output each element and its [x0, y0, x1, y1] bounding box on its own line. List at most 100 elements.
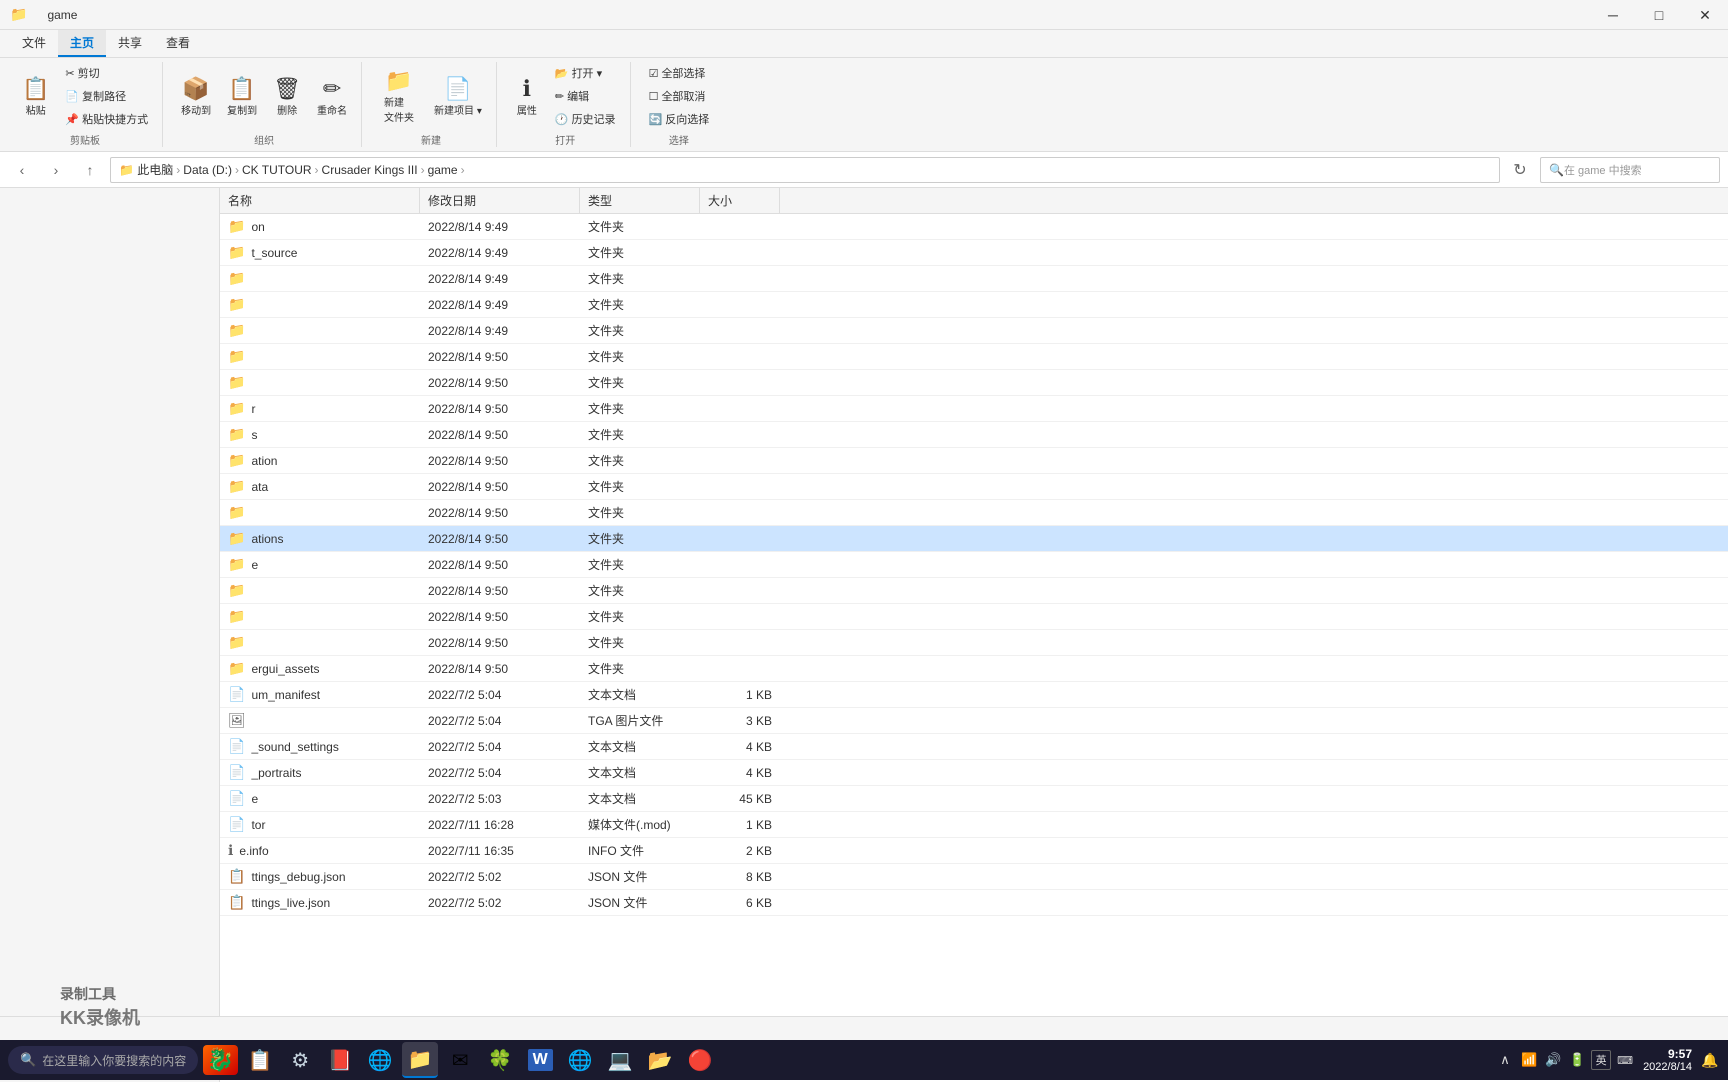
folder-icon: 📁 — [228, 426, 245, 443]
table-row[interactable]: 📄 _portraits 2022/7/2 5:04 文本文档 4 KB — [220, 760, 1728, 786]
taskbar-dev-icon[interactable]: 🔴 — [682, 1042, 718, 1078]
tray-battery-icon[interactable]: 🔋 — [1567, 1050, 1587, 1070]
table-row[interactable]: 📄 um_manifest 2022/7/2 5:04 文本文档 1 KB — [220, 682, 1728, 708]
tray-volume-icon[interactable]: 🔊 — [1543, 1050, 1563, 1070]
move-to-label: 移动到 — [181, 102, 211, 117]
new-folder-icon: 📁 — [385, 68, 412, 94]
address-path[interactable]: 📁 此电脑 › Data (D:) › CK TUTOUR › Crusader… — [110, 157, 1500, 183]
table-row[interactable]: 📁 r 2022/8/14 9:50 文件夹 — [220, 396, 1728, 422]
new-folder-button[interactable]: 📁 新建文件夹 — [374, 64, 424, 128]
edit-button[interactable]: ✏ 编辑 — [549, 85, 622, 107]
taskbar-app6-icon[interactable]: 🍀 — [482, 1042, 518, 1078]
file-date: 2022/7/2 5:04 — [420, 712, 580, 730]
tab-home[interactable]: 主页 — [58, 30, 106, 57]
taskbar-browser2-icon[interactable]: 🌐 — [562, 1042, 598, 1078]
taskbar-task-icon[interactable]: 📋 — [242, 1042, 278, 1078]
table-row[interactable]: 📁 t_source 2022/8/14 9:49 文件夹 — [220, 240, 1728, 266]
taskbar-mail-icon[interactable]: ✉ — [442, 1042, 478, 1078]
tray-notification-icon[interactable]: 🔔 — [1700, 1050, 1720, 1070]
back-button[interactable]: ‹ — [8, 156, 36, 184]
table-row[interactable]: 📋 ttings_live.json 2022/7/2 5:02 JSON 文件… — [220, 890, 1728, 916]
paste-button[interactable]: 📋 粘贴 — [16, 72, 55, 121]
new-item-button[interactable]: 📄 新建项目 ▾ — [428, 72, 488, 121]
file-type: 文件夹 — [580, 372, 700, 393]
edit-label: 编辑 — [567, 88, 589, 104]
table-row[interactable]: 📁 2022/8/14 9:49 文件夹 — [220, 266, 1728, 292]
up-button[interactable]: ↑ — [76, 156, 104, 184]
tab-file[interactable]: 文件 — [10, 30, 58, 57]
table-row[interactable]: 📁 2022/8/14 9:50 文件夹 — [220, 500, 1728, 526]
delete-button[interactable]: 🗑 删除 — [267, 72, 307, 121]
taskbar-search[interactable]: 🔍 在这里输入你要搜索的内容 — [8, 1046, 198, 1074]
tray-lang-icon[interactable]: 英 — [1591, 1050, 1611, 1070]
tab-share[interactable]: 共享 — [106, 30, 154, 57]
table-row[interactable]: 📁 ergui_assets 2022/8/14 9:50 文件夹 — [220, 656, 1728, 682]
table-row[interactable]: 📁 2022/8/14 9:49 文件夹 — [220, 318, 1728, 344]
taskbar-steam-icon[interactable]: ⚙ — [282, 1042, 318, 1078]
rename-button[interactable]: ✏ 重命名 — [311, 72, 353, 121]
taskbar-edge-icon[interactable]: 🌐 — [362, 1042, 398, 1078]
taskbar-clock[interactable]: 9:57 2022/8/14 — [1643, 1047, 1692, 1073]
table-row[interactable]: 📁 ation 2022/8/14 9:50 文件夹 — [220, 448, 1728, 474]
history-button[interactable]: 🕐 历史记录 — [549, 108, 622, 130]
table-row[interactable]: 🖼 2022/7/2 5:04 TGA 图片文件 3 KB — [220, 708, 1728, 734]
file-type: 文件夹 — [580, 658, 700, 679]
table-row[interactable]: 📁 e 2022/8/14 9:50 文件夹 — [220, 552, 1728, 578]
select-none-button[interactable]: ☐ 全部取消 — [643, 85, 716, 107]
invert-select-button[interactable]: 🔄 反向选择 — [643, 108, 716, 130]
table-row[interactable]: 📄 tor 2022/7/11 16:28 媒体文件(.mod) 1 KB — [220, 812, 1728, 838]
copy-to-button[interactable]: 📋 复制到 — [221, 72, 263, 121]
forward-button[interactable]: › — [42, 156, 70, 184]
header-size[interactable]: 大小 — [700, 188, 780, 213]
table-row[interactable]: 📁 2022/8/14 9:50 文件夹 — [220, 344, 1728, 370]
minimize-button[interactable]: ─ — [1590, 0, 1636, 30]
table-row[interactable]: 📁 2022/8/14 9:50 文件夹 — [220, 604, 1728, 630]
taskbar-reader-icon[interactable]: 📕 — [322, 1042, 358, 1078]
copy-path-button[interactable]: 📄 复制路径 — [59, 85, 154, 107]
tab-view[interactable]: 查看 — [154, 30, 202, 57]
tray-network-icon[interactable]: 📶 — [1519, 1050, 1539, 1070]
table-row[interactable]: 📁 s 2022/8/14 9:50 文件夹 — [220, 422, 1728, 448]
select-all-button[interactable]: ☑ 全部选择 — [643, 62, 716, 84]
file-date: 2022/8/14 9:50 — [420, 478, 580, 496]
paste-shortcut-button[interactable]: 📌 粘贴快捷方式 — [59, 108, 154, 130]
table-row[interactable]: 📁 2022/8/14 9:50 文件夹 — [220, 630, 1728, 656]
cut-button[interactable]: ✂ 剪切 — [59, 62, 154, 84]
table-row[interactable]: 📁 ations 2022/8/14 9:50 文件夹 — [220, 526, 1728, 552]
taskbar-folder-icon[interactable]: 📁 — [402, 1042, 438, 1078]
properties-button[interactable]: ℹ 属性 — [509, 72, 545, 121]
folder-icon: 📁 — [228, 244, 245, 261]
header-date[interactable]: 修改日期 — [420, 188, 580, 213]
open-button[interactable]: 📂 打开 ▾ — [549, 62, 622, 84]
table-row[interactable]: 📋 ttings_debug.json 2022/7/2 5:02 JSON 文… — [220, 864, 1728, 890]
table-row[interactable]: 📄 _sound_settings 2022/7/2 5:04 文本文档 4 K… — [220, 734, 1728, 760]
header-name[interactable]: 名称 — [220, 188, 420, 213]
taskbar-vs-icon[interactable]: 💻 — [602, 1042, 638, 1078]
table-row[interactable]: ℹ e.info 2022/7/11 16:35 INFO 文件 2 KB — [220, 838, 1728, 864]
table-row[interactable]: 📁 2022/8/14 9:49 文件夹 — [220, 292, 1728, 318]
header-type[interactable]: 类型 — [580, 188, 700, 213]
table-row[interactable]: 📁 ata 2022/8/14 9:50 文件夹 — [220, 474, 1728, 500]
move-to-button[interactable]: 📦 移动到 — [175, 72, 217, 121]
table-row[interactable]: 📄 e 2022/7/2 5:03 文本文档 45 KB — [220, 786, 1728, 812]
table-row[interactable]: 📁 on 2022/8/14 9:49 文件夹 — [220, 214, 1728, 240]
taskbar-dragon-icon[interactable]: 🐉 — [202, 1042, 238, 1078]
delete-label: 删除 — [277, 102, 297, 117]
file-date: 2022/8/14 9:50 — [420, 348, 580, 366]
refresh-button[interactable]: ↻ — [1506, 156, 1534, 184]
table-row[interactable]: 📁 2022/8/14 9:50 文件夹 — [220, 370, 1728, 396]
table-row[interactable]: 📁 2022/8/14 9:50 文件夹 — [220, 578, 1728, 604]
maximize-button[interactable]: □ — [1636, 0, 1682, 30]
file-type: 文件夹 — [580, 476, 700, 497]
search-box[interactable]: 🔍 在 game 中搜索 — [1540, 157, 1720, 183]
file-icon: 📄 — [228, 816, 245, 833]
cut-label: 剪切 — [78, 65, 100, 81]
tray-expand-icon[interactable]: ∧ — [1495, 1050, 1515, 1070]
taskbar-word-icon[interactable]: W — [522, 1042, 558, 1078]
taskbar-files-icon[interactable]: 📂 — [642, 1042, 678, 1078]
file-name: 📁 ata — [220, 476, 420, 497]
tray-keyboard-icon[interactable]: ⌨ — [1615, 1050, 1635, 1070]
folder-icon: 📁 — [228, 270, 245, 287]
close-button[interactable]: ✕ — [1682, 0, 1728, 30]
properties-label: 属性 — [517, 102, 537, 117]
